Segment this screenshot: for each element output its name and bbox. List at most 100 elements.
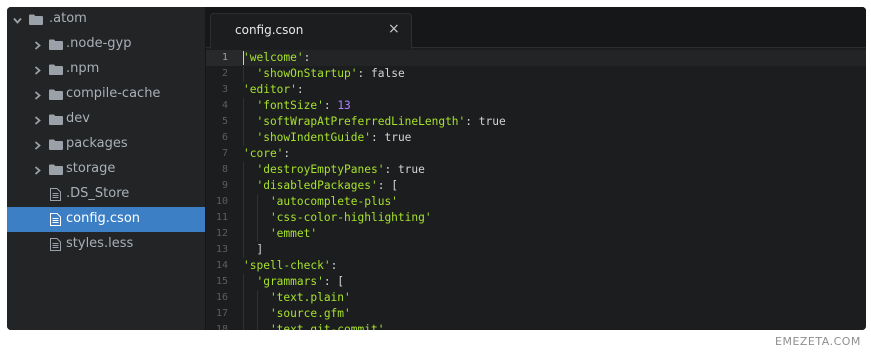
tree-item-node-gyp[interactable]: .node-gyp [7, 32, 205, 57]
tree-item-label: storage [66, 161, 116, 176]
code-line: 'source.gfm' [243, 306, 351, 322]
line-number-gutter: 1 2 3 4 5 6 7 8 9 10 11 12 13 14 15 16 17 18 [206, 50, 242, 330]
code-token: 'destroyEmptyPanes' [243, 163, 385, 176]
folder-icon [49, 139, 63, 150]
line-number: 16 [215, 292, 228, 303]
tree-item-label: packages [66, 136, 128, 151]
code-line: ] [243, 242, 263, 258]
code-token: 'core' [243, 147, 284, 160]
code-token: 'showOnStartup' [243, 67, 358, 80]
tree-item-label: .atom [49, 11, 87, 26]
tree-item-npm[interactable]: .npm [7, 57, 205, 82]
tree-item-dev[interactable]: dev [7, 107, 205, 132]
tree-item-label: .node-gyp [66, 36, 132, 51]
code-token: : [303, 51, 311, 64]
tree-view: .atom .node-gyp .npm compile-cache dev packag… [7, 7, 206, 330]
line-number: 8 [221, 164, 228, 175]
close-icon[interactable]: × [388, 21, 400, 37]
code-token: ] [243, 243, 264, 256]
code-token: : [330, 259, 338, 272]
code-line: 'text.git-commit' [243, 322, 385, 330]
tree-item-compile-cache[interactable]: compile-cache [7, 82, 205, 107]
watermark: EMEZETA.COM [775, 335, 861, 348]
indent-guide [243, 98, 244, 146]
code-token: : [465, 115, 479, 128]
chevron-down-icon[interactable] [12, 15, 22, 25]
chevron-right-icon[interactable] [32, 65, 42, 75]
code-line: 'text.plain' [243, 290, 351, 306]
code-line: 'fontSize': 13 [243, 98, 350, 114]
atom-window: .atom .node-gyp .npm compile-cache dev packag… [7, 7, 866, 330]
indent-guide [243, 274, 244, 330]
code-token: 'css-color-highlighting' [243, 211, 432, 224]
folder-icon [49, 114, 63, 125]
line-number: 7 [221, 148, 228, 159]
tree-item-styles-less[interactable]: styles.less [7, 232, 205, 257]
chevron-right-icon[interactable] [32, 90, 42, 100]
tree-item-label: dev [66, 111, 90, 126]
code-token: : [357, 67, 371, 80]
code-token: : [ [323, 275, 345, 288]
line-number: 12 [215, 228, 228, 239]
tree-item-label: .npm [66, 61, 100, 76]
line-number: 1 [206, 50, 242, 66]
indent-guide [256, 290, 258, 330]
folder-icon [49, 164, 63, 175]
code-line: 'autocomplete-plus' [243, 194, 398, 210]
tree-item-ds-store[interactable]: .DS_Store [7, 182, 205, 207]
tree-item-atom[interactable]: .atom [7, 7, 205, 32]
line-number: 13 [215, 244, 228, 255]
tab-config-cson[interactable]: config.cson × [210, 13, 412, 49]
code-line: 'welcome': [243, 50, 310, 66]
code-line: 'grammars': [ [243, 274, 344, 290]
code-line: 'core': [243, 146, 290, 162]
tree-item-label: config.cson [66, 211, 141, 226]
code-line: 'softWrapAtPreferredLineLength': true [243, 114, 505, 130]
editor-pane: config.cson × 1 2 3 4 5 6 7 8 9 10 11 12 13 14 15 16 17 1… [206, 7, 866, 330]
line-number: 17 [215, 308, 228, 319]
tree-item-label: styles.less [66, 236, 134, 251]
chevron-right-icon[interactable] [32, 40, 42, 50]
code-token: 'emmet' [243, 227, 318, 240]
line-number: 15 [215, 276, 228, 287]
chevron-right-icon[interactable] [32, 140, 42, 150]
code-token: true [397, 163, 425, 176]
line-number: 18 [215, 324, 228, 330]
chevron-right-icon[interactable] [32, 165, 42, 175]
code-line: 'css-color-highlighting' [243, 210, 432, 226]
code-token: : [296, 83, 304, 96]
code-token: true [384, 131, 412, 144]
code-line: 'showOnStartup': false [243, 66, 405, 82]
code-token: 'welcome' [243, 51, 304, 64]
line-number: 2 [221, 68, 228, 79]
code-token: : [384, 163, 398, 176]
file-text-icon [50, 238, 61, 251]
code-token: : [323, 99, 338, 112]
indent-guide [256, 194, 258, 242]
tree-item-packages[interactable]: packages [7, 132, 205, 157]
line-number: 3 [221, 84, 228, 95]
code-line: 'showIndentGuide': true [243, 130, 411, 146]
code-line: 'emmet' [243, 226, 317, 242]
chevron-right-icon[interactable] [32, 115, 42, 125]
tree-item-storage[interactable]: storage [7, 157, 205, 182]
tab-bar: config.cson × [206, 7, 866, 49]
line-number: 10 [215, 196, 228, 207]
tree-item-label: compile-cache [66, 86, 161, 101]
code-token: 'disabledPackages' [243, 179, 378, 192]
code-token: false [371, 67, 405, 80]
file-text-icon [50, 188, 61, 201]
code-token: 'spell-check' [243, 259, 331, 272]
code-token: 'text.git-commit' [243, 323, 385, 330]
code-token: : [370, 131, 385, 144]
indent-guide [243, 66, 244, 82]
code-token: 'autocomplete-plus' [243, 195, 398, 208]
code-token: 'source.gfm' [243, 307, 351, 320]
tree-item-config-cson[interactable]: config.cson [7, 207, 205, 232]
current-line-highlight [242, 50, 866, 66]
code-token: 'fontSize' [243, 99, 324, 112]
tree-item-label: .DS_Store [66, 186, 130, 201]
line-number: 9 [221, 180, 228, 191]
code-token: : [ [377, 179, 398, 192]
code-token: : [283, 147, 291, 160]
